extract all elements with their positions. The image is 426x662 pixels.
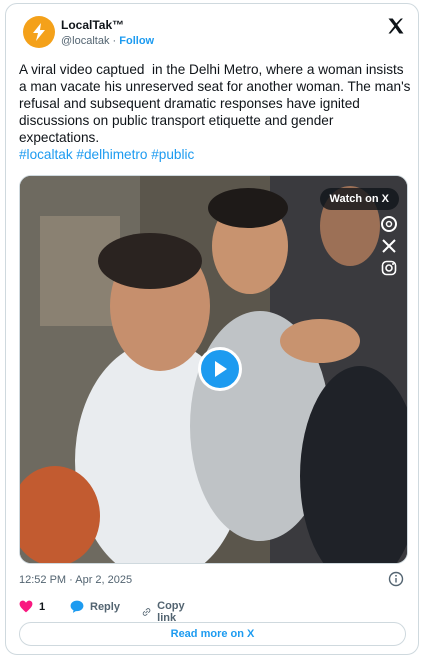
lightning-logo-icon: [33, 23, 45, 41]
tweet-text-block: A viral video captued in the Delhi Metro…: [19, 61, 411, 163]
video-player[interactable]: Watch on X: [19, 175, 408, 564]
threads-icon[interactable]: [381, 216, 397, 232]
x-icon[interactable]: [381, 238, 397, 254]
account-handle-line: @localtak · Follow: [61, 35, 154, 47]
tweet-header: LocalTak™ @localtak · Follow: [19, 14, 406, 54]
link-icon: [142, 608, 151, 616]
share-icons: [381, 216, 399, 282]
play-button[interactable]: [198, 347, 242, 391]
follow-button[interactable]: Follow: [119, 35, 154, 47]
copy-link-button[interactable]: Copy link: [142, 600, 190, 624]
read-more-button[interactable]: Read more on X: [19, 622, 406, 646]
play-icon: [215, 361, 227, 377]
account-handle[interactable]: @localtak: [61, 35, 109, 47]
avatar[interactable]: [23, 16, 55, 48]
heart-icon: [19, 600, 33, 613]
tweet-card: LocalTak™ @localtak · Follow A viral vid…: [5, 3, 419, 655]
account-name[interactable]: LocalTak™: [61, 18, 124, 32]
info-icon[interactable]: [388, 571, 404, 587]
like-count: 1: [39, 600, 46, 613]
like-button[interactable]: 1: [19, 600, 45, 613]
tweet-body: A viral video captued in the Delhi Metro…: [19, 62, 415, 145]
watch-on-x-button[interactable]: Watch on X: [319, 188, 399, 210]
separator: ·: [112, 35, 117, 47]
reply-button[interactable]: Reply: [70, 600, 120, 613]
reply-label: Reply: [90, 600, 120, 613]
timestamp[interactable]: 12:52 PM · Apr 2, 2025: [19, 574, 132, 586]
x-logo-icon[interactable]: [386, 16, 406, 36]
instagram-icon[interactable]: [381, 260, 397, 276]
hashtags[interactable]: #localtak #delhimetro #public: [19, 147, 194, 162]
copy-link-label: Copy link: [157, 600, 185, 624]
reply-bubble-icon: [70, 600, 84, 613]
